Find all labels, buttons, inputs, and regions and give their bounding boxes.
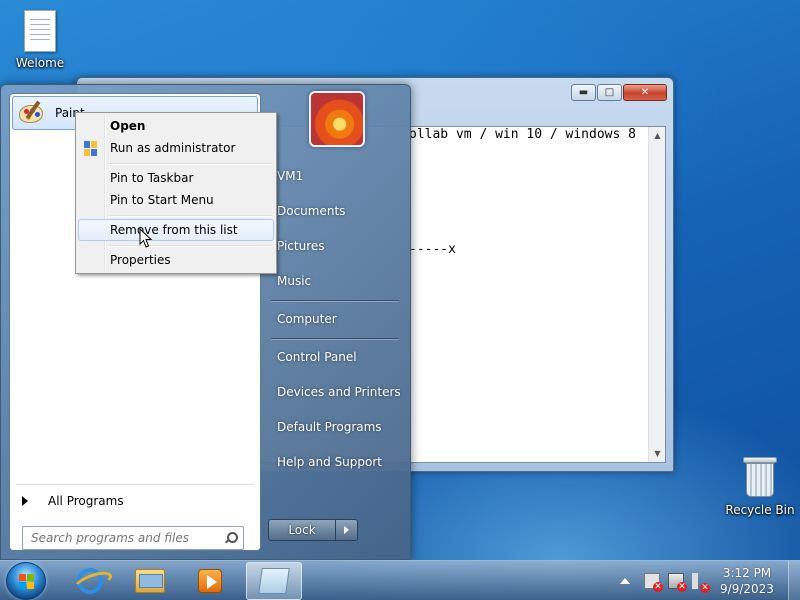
- context-item-pin-to-start-menu[interactable]: Pin to Start Menu: [78, 189, 274, 211]
- all-programs-button[interactable]: All Programs: [14, 490, 254, 512]
- right-item-control-panel[interactable]: Control Panel: [267, 344, 403, 370]
- right-item-vm1[interactable]: VM1: [267, 163, 403, 189]
- mouse-cursor-icon: [139, 228, 153, 248]
- internet-explorer-icon: [77, 568, 103, 594]
- show-hidden-icons-icon[interactable]: [620, 578, 630, 584]
- start-button[interactable]: [6, 562, 46, 600]
- taskbar-media-player[interactable]: [182, 562, 238, 600]
- right-item-pictures[interactable]: Pictures: [267, 233, 403, 259]
- close-button[interactable]: ✕: [623, 84, 667, 101]
- context-item-label: Run as administrator: [110, 141, 236, 155]
- notepad-text-line: -----x: [409, 242, 456, 257]
- right-item-devices-and-printers[interactable]: Devices and Printers: [267, 379, 403, 405]
- scroll-down-icon[interactable]: ▼: [649, 445, 666, 462]
- taskbar: 3:12 PM 9/9/2023: [0, 560, 800, 600]
- system-tray: 3:12 PM 9/9/2023: [620, 561, 800, 600]
- uac-shield-icon: [84, 141, 98, 156]
- right-item-default-programs[interactable]: Default Programs: [267, 414, 403, 440]
- window-controls: ▬ □ ✕: [571, 84, 667, 101]
- scroll-up-icon[interactable]: ▲: [649, 127, 666, 144]
- action-center-flag-icon[interactable]: [644, 573, 663, 592]
- context-item-pin-to-taskbar[interactable]: Pin to Taskbar: [78, 167, 274, 189]
- arrow-right-icon: [22, 496, 28, 506]
- show-desktop-button[interactable]: [788, 561, 800, 600]
- vertical-scrollbar[interactable]: ▲ ▼: [648, 127, 665, 462]
- context-item-remove-from-this-list[interactable]: Remove from this list: [78, 219, 274, 241]
- right-item-help-and-support[interactable]: Help and Support: [267, 449, 403, 475]
- taskbar-windows-explorer[interactable]: [122, 562, 178, 600]
- welcome-desktop-icon-label: Welome: [15, 56, 65, 70]
- clock[interactable]: 3:12 PM 9/9/2023: [716, 565, 778, 597]
- divider: [16, 484, 254, 485]
- notepad-icon: [258, 568, 290, 594]
- text-document-icon: [24, 10, 56, 52]
- lock-button[interactable]: Lock: [268, 519, 336, 541]
- divider: [271, 300, 399, 301]
- media-player-icon: [198, 569, 222, 593]
- right-item-music[interactable]: Music: [267, 268, 403, 294]
- context-item-run-as-administrator[interactable]: Run as administrator: [78, 137, 274, 159]
- clock-date: 9/9/2023: [720, 582, 774, 596]
- welcome-desktop-icon[interactable]: Welome: [0, 10, 80, 70]
- recycle-bin-icon: [743, 455, 777, 499]
- search-input[interactable]: [31, 531, 216, 545]
- paint-icon: [17, 100, 47, 126]
- divider: [108, 245, 272, 246]
- divider: [108, 163, 272, 164]
- taskbar-internet-explorer[interactable]: [62, 562, 118, 600]
- search-box[interactable]: [22, 526, 244, 550]
- context-item-open[interactable]: Open: [78, 115, 274, 137]
- search-icon[interactable]: [225, 532, 238, 544]
- right-item-computer[interactable]: Computer: [267, 306, 403, 332]
- divider: [108, 215, 272, 216]
- maximize-button[interactable]: □: [597, 84, 622, 101]
- user-avatar[interactable]: [309, 91, 365, 147]
- clock-time: 3:12 PM: [722, 566, 772, 580]
- context-item-properties[interactable]: Properties: [78, 249, 274, 271]
- taskbar-notepad[interactable]: [246, 562, 302, 600]
- volume-icon[interactable]: [692, 573, 710, 593]
- notepad-text-line: ollab vm / win 10 / windows 8: [409, 127, 636, 142]
- all-programs-label: All Programs: [48, 494, 124, 508]
- recycle-bin-label: Recycle Bin: [725, 503, 795, 517]
- windows-explorer-icon: [135, 569, 165, 593]
- context-menu: Open Run as administrator Pin to Taskbar…: [75, 112, 277, 274]
- divider: [271, 338, 399, 339]
- network-icon[interactable]: [668, 573, 687, 592]
- shutdown-options-button[interactable]: [336, 519, 358, 541]
- recycle-bin-desktop-icon[interactable]: Recycle Bin: [720, 455, 800, 517]
- windows-logo-icon: [19, 574, 35, 590]
- right-item-documents[interactable]: Documents: [267, 198, 403, 224]
- minimize-button[interactable]: ▬: [571, 84, 596, 101]
